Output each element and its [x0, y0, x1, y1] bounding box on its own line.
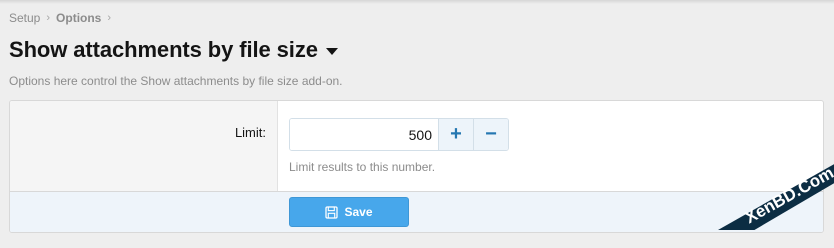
floppy-disk-icon: [325, 205, 339, 219]
breadcrumb: Setup › Options ›: [9, 11, 117, 25]
breadcrumb-separator-icon: ›: [107, 12, 112, 24]
increment-button[interactable]: +: [438, 119, 473, 150]
save-button-label: Save: [344, 205, 373, 219]
page-title[interactable]: Show attachments by file size: [9, 37, 338, 63]
decrement-button[interactable]: −: [473, 119, 508, 150]
breadcrumb-separator-icon: ›: [46, 12, 51, 24]
breadcrumb-item-setup[interactable]: Setup: [9, 11, 40, 25]
page-title-text: Show attachments by file size: [9, 37, 318, 62]
breadcrumb-item-options[interactable]: Options: [56, 11, 101, 25]
save-button[interactable]: Save: [289, 197, 409, 227]
options-panel: Limit: + − Limit results to this number.…: [9, 100, 824, 233]
caret-down-icon[interactable]: [325, 47, 338, 55]
option-hint: Limit results to this number.: [289, 160, 436, 174]
option-row-limit: Limit: + − Limit results to this number.: [10, 101, 823, 192]
limit-input[interactable]: [290, 119, 438, 150]
form-footer: Save: [10, 192, 823, 232]
option-label-column: Limit:: [10, 101, 278, 191]
page-description: Options here control the Show attachment…: [9, 74, 343, 88]
option-label: Limit:: [234, 125, 266, 140]
top-shadow: [0, 0, 834, 4]
limit-stepper: + −: [289, 118, 509, 151]
